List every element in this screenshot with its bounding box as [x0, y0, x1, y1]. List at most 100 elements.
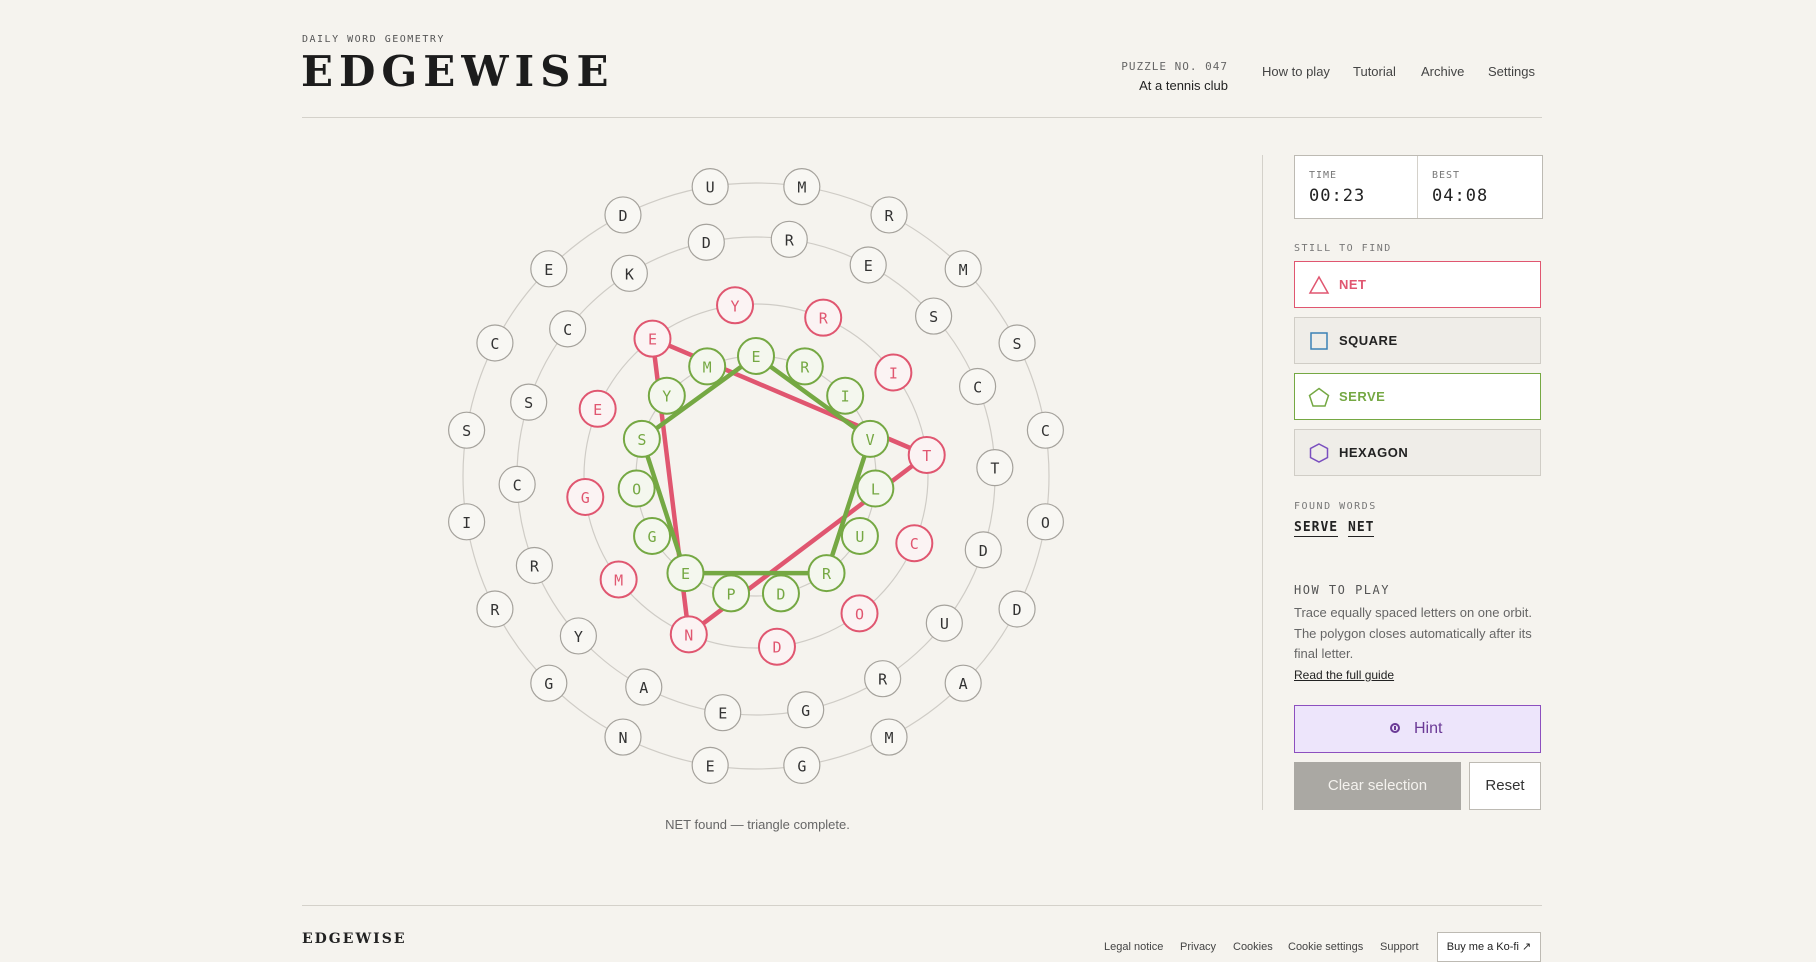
- letter-node[interactable]: R: [785, 347, 824, 386]
- footer-legal-link[interactable]: Legal notice: [1104, 941, 1163, 953]
- letter-node[interactable]: N: [669, 615, 708, 654]
- letter-node[interactable]: C: [895, 524, 934, 563]
- target-net-label: NET: [1339, 277, 1367, 292]
- letter-node[interactable]: G: [530, 664, 568, 702]
- letter-node[interactable]: M: [870, 718, 908, 756]
- letter-node[interactable]: C: [498, 465, 536, 503]
- letter-node[interactable]: I: [448, 503, 486, 541]
- letter-node-label: U: [855, 528, 864, 546]
- target-square[interactable]: SQUARE: [1294, 317, 1541, 364]
- letter-node[interactable]: A: [625, 668, 663, 706]
- footer-logo[interactable]: EDGEWISE: [302, 931, 407, 947]
- letter-node-label: E: [718, 705, 727, 723]
- letter-node-label: I: [462, 514, 471, 532]
- footer-privacy-link[interactable]: Privacy: [1180, 941, 1216, 953]
- footer-divider: [302, 905, 1542, 906]
- letter-node[interactable]: U: [691, 168, 729, 206]
- letter-node[interactable]: D: [604, 196, 642, 234]
- letter-node[interactable]: E: [691, 746, 729, 784]
- letter-node[interactable]: G: [783, 746, 821, 784]
- letter-node[interactable]: R: [804, 298, 843, 337]
- letter-node[interactable]: S: [622, 419, 661, 458]
- target-net[interactable]: NET: [1294, 261, 1541, 308]
- letter-node-label: R: [878, 671, 888, 689]
- letter-node[interactable]: R: [515, 546, 554, 585]
- letter-node[interactable]: M: [599, 560, 638, 599]
- letter-node[interactable]: G: [633, 517, 672, 555]
- letter-node-label: M: [614, 572, 623, 590]
- letter-node[interactable]: E: [704, 694, 742, 732]
- letter-node[interactable]: O: [1026, 503, 1064, 541]
- letter-node-label: O: [855, 605, 864, 623]
- letter-node[interactable]: S: [448, 411, 486, 449]
- read-guide-link[interactable]: Read the full guide: [1294, 668, 1394, 682]
- letter-node[interactable]: E: [530, 250, 568, 288]
- footer-cookies-link[interactable]: Cookies: [1233, 941, 1273, 953]
- letter-node[interactable]: M: [783, 168, 821, 206]
- letter-node[interactable]: R: [807, 554, 846, 593]
- hint-button[interactable]: Hint: [1294, 705, 1541, 753]
- letter-node[interactable]: T: [907, 436, 946, 475]
- letter-node[interactable]: E: [666, 554, 705, 593]
- letter-node[interactable]: L: [856, 469, 895, 508]
- letter-node[interactable]: O: [617, 469, 656, 508]
- letter-node[interactable]: O: [840, 594, 879, 633]
- letter-nodes[interactable]: E R I V L U R D P E G O S Y M R I T C O D N M G E E Y D R E S C T D U R G E A Y…: [448, 168, 1064, 784]
- timer-separator: [1417, 156, 1418, 218]
- letter-node[interactable]: Y: [559, 617, 597, 655]
- letter-node-label: R: [530, 558, 540, 576]
- footer-cookie-settings-link[interactable]: Cookie settings: [1288, 941, 1363, 953]
- target-hexagon[interactable]: HEXAGON: [1294, 429, 1541, 476]
- letter-node-label: D: [1013, 601, 1022, 619]
- letter-node[interactable]: K: [610, 254, 648, 292]
- letter-node-label: E: [648, 331, 657, 349]
- letter-node[interactable]: E: [849, 246, 887, 284]
- letter-node-label: R: [800, 358, 810, 376]
- letter-node[interactable]: P: [712, 574, 751, 613]
- letter-node[interactable]: U: [840, 517, 879, 555]
- letter-node[interactable]: E: [633, 319, 672, 358]
- letter-node[interactable]: M: [688, 347, 727, 386]
- letter-node[interactable]: D: [761, 574, 800, 613]
- letter-node[interactable]: C: [549, 310, 587, 348]
- letter-node[interactable]: Y: [647, 376, 686, 415]
- letter-node[interactable]: G: [566, 477, 605, 516]
- letter-node[interactable]: D: [757, 627, 796, 666]
- letter-node[interactable]: C: [958, 367, 997, 406]
- kofi-button[interactable]: Buy me a Ko-fi ↗: [1437, 932, 1541, 962]
- letter-node[interactable]: G: [787, 691, 825, 729]
- letter-node[interactable]: S: [915, 297, 953, 335]
- clear-selection-button[interactable]: Clear selection: [1294, 762, 1461, 810]
- found-word-serve[interactable]: SERVE: [1294, 520, 1339, 537]
- letter-node[interactable]: S: [510, 383, 548, 421]
- letter-node[interactable]: T: [976, 449, 1014, 487]
- letter-node[interactable]: S: [998, 324, 1036, 362]
- letter-node[interactable]: A: [944, 664, 982, 702]
- letter-node[interactable]: C: [476, 324, 514, 362]
- letter-node[interactable]: R: [770, 220, 808, 258]
- letter-node[interactable]: R: [476, 590, 514, 628]
- letter-node[interactable]: D: [964, 531, 1002, 569]
- orbit-board[interactable]: E R I V L U R D P E G O S Y M R I T C O D N M G E E Y D R E S C T D U R G E A Y…: [0, 0, 1816, 959]
- letter-node[interactable]: U: [925, 604, 963, 642]
- letter-node[interactable]: Y: [716, 286, 755, 325]
- letter-node[interactable]: D: [998, 590, 1036, 628]
- letter-node[interactable]: N: [604, 718, 642, 756]
- letter-node[interactable]: M: [944, 250, 982, 288]
- letter-node[interactable]: E: [578, 389, 617, 428]
- letter-node[interactable]: R: [870, 196, 908, 234]
- letter-node[interactable]: C: [1026, 411, 1064, 449]
- letter-node-label: N: [618, 729, 627, 747]
- letter-node-label: M: [959, 261, 968, 279]
- target-serve[interactable]: SERVE: [1294, 373, 1541, 420]
- letter-node-label: V: [866, 431, 875, 449]
- letter-node[interactable]: E: [737, 337, 775, 375]
- letter-node[interactable]: V: [851, 419, 890, 458]
- found-word-net[interactable]: NET: [1348, 520, 1375, 537]
- letter-node[interactable]: I: [826, 376, 865, 415]
- letter-node[interactable]: I: [874, 353, 913, 392]
- letter-node[interactable]: D: [687, 223, 725, 261]
- reset-button[interactable]: Reset: [1469, 762, 1541, 810]
- footer-support-link[interactable]: Support: [1380, 941, 1419, 953]
- letter-node[interactable]: R: [864, 660, 902, 698]
